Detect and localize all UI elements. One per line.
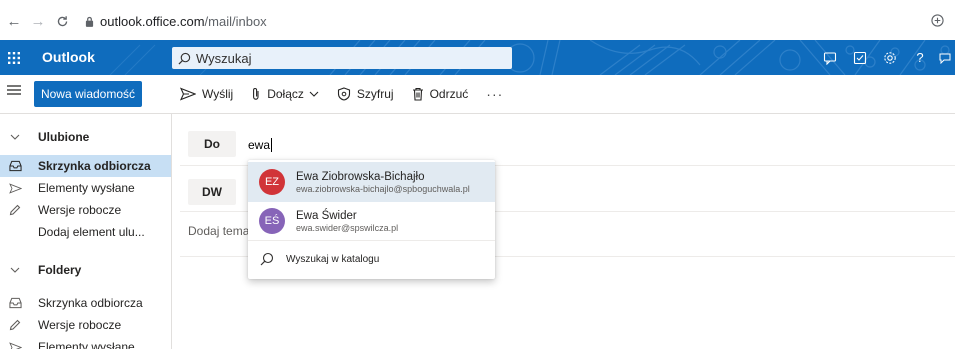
send-icon [180, 87, 196, 101]
folders-label: Foldery [38, 263, 82, 277]
chat-icon[interactable] [815, 40, 845, 75]
sidebar-item-inbox[interactable]: Skrzynka odbiorcza [0, 292, 171, 314]
encrypt-button[interactable]: Szyfruj [337, 87, 394, 101]
feedback-icon[interactable] [935, 40, 955, 75]
chevron-down-icon [0, 134, 30, 140]
sidebar-item-label: Elementy wysłane [38, 181, 135, 195]
sidebar-item-drafts[interactable]: Wersje robocze [0, 314, 171, 336]
search-box[interactable] [172, 47, 512, 69]
folders-header[interactable]: Foldery [0, 259, 171, 281]
pencil-icon [0, 319, 30, 331]
suggestion-item[interactable]: EZ Ewa Ziobrowska-Bichajło ewa.ziobrowsk… [248, 162, 495, 202]
text-caret [271, 138, 273, 152]
to-field-value: ewa [248, 138, 271, 152]
inbox-icon [0, 160, 30, 172]
avatar: EŚ [259, 208, 285, 234]
suggestion-name: Ewa Ziobrowska-Bichajło [296, 170, 425, 183]
folder-sidebar: Ulubione Skrzynka odbiorcza Elementy wys… [0, 118, 171, 349]
send-button[interactable]: Wyślij [180, 87, 233, 101]
pencil-icon [0, 204, 30, 216]
to-button[interactable]: Do [188, 131, 236, 157]
sidebar-divider [171, 113, 172, 349]
dropdown-divider [248, 240, 495, 241]
address-bar[interactable]: outlook.office.com/mail/inbox [100, 14, 267, 29]
outlook-header: Outlook ? [0, 40, 955, 75]
search-directory-label: Wyszukaj w katalogu [286, 253, 380, 265]
suggestion-email: ewa.swider@spswilcza.pl [296, 222, 399, 233]
toolbar-divider [0, 113, 955, 114]
send-icon [0, 182, 30, 194]
attach-label: Dołącz [267, 87, 304, 101]
search-icon [172, 52, 196, 65]
sidebar-item-label: Skrzynka odbiorcza [38, 296, 143, 310]
tasks-icon[interactable] [845, 40, 875, 75]
lock-icon[interactable] [82, 13, 96, 29]
subject-field[interactable]: Dodaj tema [188, 224, 249, 238]
sidebar-item-label: Skrzynka odbiorcza [38, 159, 151, 173]
avatar: EZ [259, 169, 285, 195]
trash-icon [412, 87, 424, 101]
top-caption-fragment [0, 0, 955, 8]
sidebar-item-sent[interactable]: Elementy wysłane [0, 177, 171, 199]
send-label: Wyślij [202, 87, 234, 101]
settings-gear-icon[interactable] [875, 40, 905, 75]
sidebar-item-add-favorite[interactable]: Dodaj element ulu... [0, 221, 171, 243]
paperclip-icon [251, 87, 261, 101]
attach-button[interactable]: Dołącz [251, 87, 319, 101]
search-directory-button[interactable]: Wyszukaj w katalogu [248, 246, 495, 272]
sidebar-item-label: Dodaj element ulu... [38, 225, 145, 239]
sidebar-item-inbox[interactable]: Skrzynka odbiorcza [0, 155, 171, 177]
plus-circle-icon[interactable] [927, 10, 947, 30]
favorites-header[interactable]: Ulubione [0, 126, 171, 148]
sidebar-item-drafts[interactable]: Wersje robocze [0, 199, 171, 221]
sidebar-item-label: Wersje robocze [38, 203, 122, 217]
compose-toolbar: Wyślij Dołącz Szyfruj Odrzuć ··· [180, 81, 521, 107]
reload-icon[interactable] [50, 9, 74, 33]
search-input[interactable] [196, 50, 496, 66]
url-host: outlook.office.com [100, 13, 205, 29]
chevron-down-icon [0, 267, 30, 273]
search-icon [260, 252, 274, 266]
hamburger-menu-icon[interactable] [6, 83, 22, 97]
sidebar-item-label: Wersje robocze [38, 318, 122, 332]
url-path: /mail/inbox [204, 13, 267, 29]
to-field[interactable]: ewa [248, 137, 273, 153]
encrypt-label: Szyfruj [356, 87, 394, 101]
discard-label: Odrzuć [429, 87, 469, 101]
help-icon[interactable]: ? [905, 40, 935, 75]
suggestion-name: Ewa Świder [296, 209, 357, 222]
discard-button[interactable]: Odrzuć [412, 87, 469, 101]
sidebar-item-sent[interactable]: Elementy wysłane [0, 336, 171, 349]
more-options-button[interactable]: ··· [486, 86, 503, 102]
brand-name[interactable]: Outlook [42, 40, 95, 75]
suggestion-item[interactable]: EŚ Ewa Świder ewa.swider@spswilcza.pl [248, 201, 495, 241]
inbox-icon [0, 297, 30, 309]
new-message-button[interactable]: Nowa wiadomość [34, 81, 142, 107]
back-arrow-icon[interactable]: ← [2, 9, 26, 33]
suggestion-email: ewa.ziobrowska-bichajlo@spboguchwala.pl [296, 183, 470, 194]
sidebar-item-label: Elementy wysłane [38, 340, 135, 349]
favorites-label: Ulubione [38, 130, 90, 144]
browser-bar: ← → outlook.office.com/mail/inbox [0, 8, 955, 34]
cc-button[interactable]: DW [188, 179, 236, 205]
forward-arrow-icon[interactable]: → [26, 9, 50, 33]
shield-lock-icon [337, 87, 351, 101]
recipient-suggestions-dropdown: EZ Ewa Ziobrowska-Bichajło ewa.ziobrowsk… [248, 160, 495, 279]
send-icon [0, 341, 30, 349]
chevron-down-icon [309, 91, 319, 97]
app-launcher-icon[interactable] [0, 40, 28, 75]
